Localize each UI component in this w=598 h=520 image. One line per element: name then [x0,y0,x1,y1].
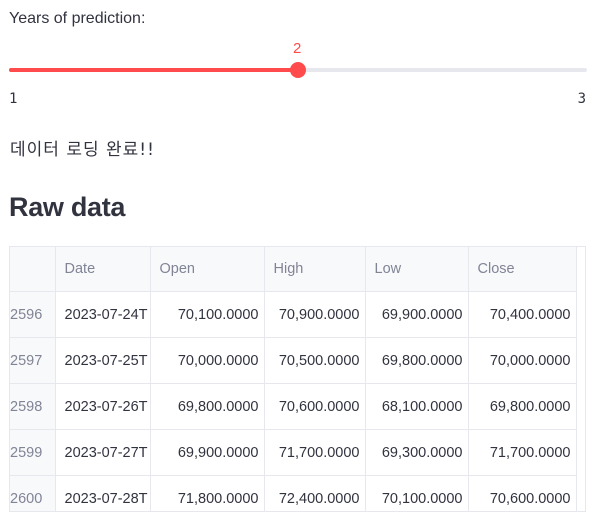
column-header-index[interactable] [10,247,56,292]
column-header-high[interactable]: High [264,247,366,292]
section-heading: Raw data [9,192,126,222]
date-cell[interactable]: 2023-07-28T [55,475,151,511]
loading-status-text: 데이터 로딩 완료!! [10,140,155,160]
row-index: 2598 [10,383,56,430]
column-header-date[interactable]: Date [55,247,151,292]
close-cell[interactable]: 70,000.0000 [468,337,577,384]
close-cell[interactable]: 71,700.0000 [468,429,577,476]
high-cell[interactable]: 70,500.0000 [264,337,366,384]
row-index: 2597 [10,337,56,384]
column-header-open[interactable]: Open [150,247,265,292]
close-cell[interactable]: 70,400.0000 [468,291,577,338]
slider-fill [9,68,298,72]
table-header-row: Date Open High Low Close [10,247,577,292]
high-cell[interactable]: 71,700.0000 [264,429,366,476]
table-row: 2599 2023-07-27T 69,900.0000 71,700.0000… [10,429,577,476]
open-cell[interactable]: 71,800.0000 [150,475,265,511]
slider-label: Years of prediction: [9,10,146,27]
high-cell[interactable]: 70,600.0000 [264,383,366,430]
row-index: 2599 [10,429,56,476]
open-cell[interactable]: 70,100.0000 [150,291,265,338]
low-cell[interactable]: 69,800.0000 [365,337,469,384]
open-cell[interactable]: 70,000.0000 [150,337,265,384]
date-cell[interactable]: 2023-07-24T [55,291,151,338]
slider-thumb[interactable] [290,62,306,78]
slider-min-label: 1 [9,91,18,107]
low-cell[interactable]: 68,100.0000 [365,383,469,430]
low-cell[interactable]: 69,900.0000 [365,291,469,338]
date-cell[interactable]: 2023-07-25T [55,337,151,384]
close-cell[interactable]: 69,800.0000 [468,383,577,430]
date-cell[interactable]: 2023-07-27T [55,429,151,476]
table-row: 2598 2023-07-26T 69,800.0000 70,600.0000… [10,383,577,430]
close-cell[interactable]: 70,600.0000 [468,475,577,511]
high-cell[interactable]: 70,900.0000 [264,291,366,338]
low-cell[interactable]: 69,300.0000 [365,429,469,476]
data-table[interactable]: Date Open High Low Close 2596 2023-07-24… [9,246,586,512]
column-header-close[interactable]: Close [468,247,577,292]
slider-max-label: 3 [577,91,586,107]
column-header-low[interactable]: Low [365,247,469,292]
table-row: 2596 2023-07-24T 70,100.0000 70,900.0000… [10,291,577,338]
row-index: 2596 [10,291,56,338]
open-cell[interactable]: 69,900.0000 [150,429,265,476]
low-cell[interactable]: 70,100.0000 [365,475,469,511]
date-cell[interactable]: 2023-07-26T [55,383,151,430]
app-root: Years of prediction: 2 1 3 데이터 로딩 완료!! R… [0,0,598,520]
open-cell[interactable]: 69,800.0000 [150,383,265,430]
slider-value-label: 2 [293,40,302,57]
high-cell[interactable]: 72,400.0000 [264,475,366,511]
table-row: 2600 2023-07-28T 71,800.0000 72,400.0000… [10,475,577,511]
table-row: 2597 2023-07-25T 70,000.0000 70,500.0000… [10,337,577,384]
row-index: 2600 [10,475,56,511]
